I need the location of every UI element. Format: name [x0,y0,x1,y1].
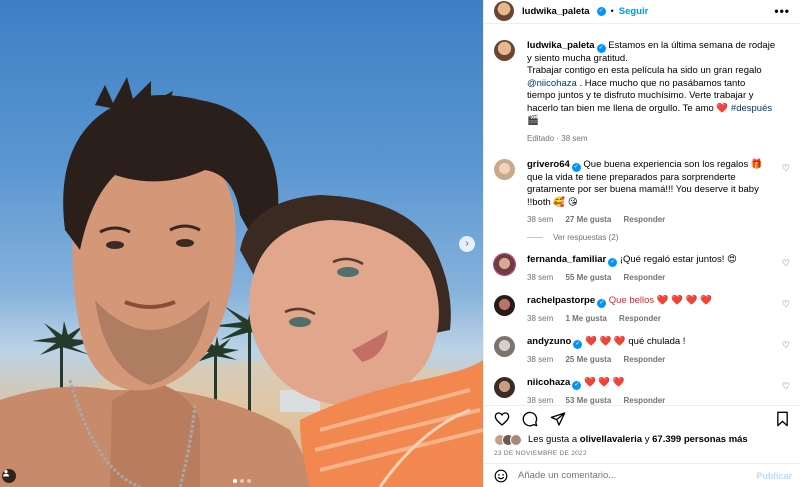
comment-input[interactable] [518,470,757,482]
comment-like-heart-icon[interactable]: ♡ [782,381,790,392]
post-date[interactable]: 23 DE NOVIEMBRE DE 2022 [484,448,800,463]
comment-item: niicohaza ✓ ❤️ ❤️ ❤️ 38 sem 53 Me gusta R… [494,377,790,405]
comment-time: 38 sem [527,215,554,225]
add-comment-bar: Publicar [484,463,800,487]
likes-summary: Les gusta a olivellavaleria y 67.399 per… [484,432,800,447]
verified-badge-icon: ✓ [596,6,606,16]
like-button[interactable] [494,411,510,427]
post-photo[interactable]: › [0,0,483,487]
comment-username[interactable]: grivero64 [527,159,570,170]
reply-button[interactable]: Responder [624,355,666,364]
comment-username[interactable]: fernanda_familiar [527,254,606,265]
avatar[interactable] [494,254,515,276]
comment-button[interactable] [522,411,538,427]
comment-bubble-icon [522,412,538,427]
comment-text: ¡Qué regaló estar juntos! 😍 [619,254,737,266]
carousel-dot [246,479,251,483]
post-side-panel: ludwika_paleta ✓ • Seguir ••• ludwika_pa… [483,0,800,487]
carousel-dot-active [232,479,237,483]
comment-time: 38 sem [527,314,554,324]
avatar[interactable] [494,158,515,180]
reply-button[interactable]: Responder [619,314,661,323]
comment-item: rachelpastorpe ✓ Que bellos ❤️ ❤️ ❤️ ❤️ 3… [494,295,790,323]
emoji-picker-button[interactable] [494,469,508,483]
comment-item: fernanda_familiar ✓ ¡Qué regaló estar jun… [494,254,790,282]
verified-badge-icon: ✓ [571,162,581,172]
avatar[interactable] [494,39,515,61]
comment-time: 38 sem [527,273,554,283]
caption-meta: Editado · 38 sem [527,133,588,143]
clapper-emoji: 🎬 [527,115,539,127]
bookmark-icon [777,412,788,427]
comment-likes-count[interactable]: 25 Me gusta [565,355,611,364]
comment-like-heart-icon[interactable]: ♡ [782,258,790,269]
likes-count-link[interactable]: 67.399 personas más [652,434,748,445]
comment-item: andyzuno ✓ ❤️ ❤️ ❤️ qué chulada ! 38 sem … [494,336,790,364]
post-header: ludwika_paleta ✓ • Seguir ••• [484,0,800,24]
share-button[interactable] [550,411,566,427]
comment-time: 38 sem [527,396,554,406]
comment-likes-count[interactable]: 55 Me gusta [565,273,611,282]
selfie-illustration [0,77,483,487]
carousel-indicators [232,479,251,483]
avatar[interactable] [494,1,514,22]
comment-likes-count[interactable]: 1 Me gusta [565,314,606,323]
reply-button[interactable]: Responder [624,215,666,224]
tagged-users-button[interactable] [2,469,16,483]
caption-username[interactable]: ludwika_paleta [527,40,595,51]
chevron-right-icon: › [465,238,469,249]
more-options-button[interactable]: ••• [774,4,790,18]
view-replies-button[interactable]: Ver respuestas (2) [527,233,790,242]
separator-dot: • [610,6,614,17]
avatar [510,433,522,446]
post-actions-bar [484,405,800,432]
likes-connector: y [644,434,650,446]
smiley-icon [494,469,508,482]
comment-text: Que bellos ❤️ ❤️ ❤️ ❤️ [608,295,713,307]
avatar[interactable] [494,295,515,317]
save-button[interactable] [775,411,790,427]
comment-like-heart-icon[interactable]: ♡ [782,340,790,351]
verified-badge-icon: ✓ [597,299,607,309]
publish-button[interactable]: Publicar [756,471,792,481]
comments-list[interactable]: ludwika_paleta ✓ Estamos en la última sem… [484,24,800,405]
comment-text: ❤️ ❤️ ❤️ [583,377,625,389]
comment-like-heart-icon[interactable]: ♡ [782,163,790,174]
reply-button[interactable]: Responder [624,396,666,405]
liker-avatars [494,433,522,446]
avatar[interactable] [494,336,515,358]
avatar[interactable] [494,377,515,399]
next-slide-button[interactable]: › [459,236,475,252]
verified-badge-icon: ✓ [596,43,606,53]
caption: ludwika_paleta ✓ Estamos en la última sem… [494,39,790,143]
comment-item: grivero64 ✓ Que buena experiencia son los… [494,158,790,225]
likes-prefix: Les gusta a [528,434,578,446]
verified-badge-icon: ✓ [573,340,583,350]
caption-hashtag-link[interactable]: #después [731,103,772,114]
author-username[interactable]: ludwika_paleta [522,6,590,17]
verified-badge-icon: ✓ [608,258,618,268]
first-liker-link[interactable]: olivellavaleria [580,434,642,445]
comment-time: 38 sem [527,355,554,365]
comment-likes-count[interactable]: 27 Me gusta [565,215,611,224]
comment-username[interactable]: andyzuno [527,336,571,347]
caption-mention-link[interactable]: @niicohaza [527,78,577,89]
verified-badge-icon: ✓ [572,381,582,391]
reply-button[interactable]: Responder [624,273,666,282]
comment-likes-count[interactable]: 53 Me gusta [565,396,611,405]
heart-emoji: ❤️ [716,102,729,114]
heart-outline-icon [494,412,510,427]
user-tag-icon [3,470,9,477]
instagram-post-modal: › ludwika_paleta ✓ • Seguir ••• ludwika_… [0,0,800,487]
follow-button[interactable]: Seguir [619,6,649,17]
comment-username[interactable]: niicohaza [527,377,570,388]
paper-plane-icon [550,412,566,427]
comment-like-heart-icon[interactable]: ♡ [782,299,790,310]
carousel-dot [239,479,244,483]
comment-username[interactable]: rachelpastorpe [527,295,595,306]
comment-text: ❤️ ❤️ ❤️ qué chulada ! [584,336,686,348]
caption-text: Trabajar contigo en esta película ha sid… [527,65,762,77]
